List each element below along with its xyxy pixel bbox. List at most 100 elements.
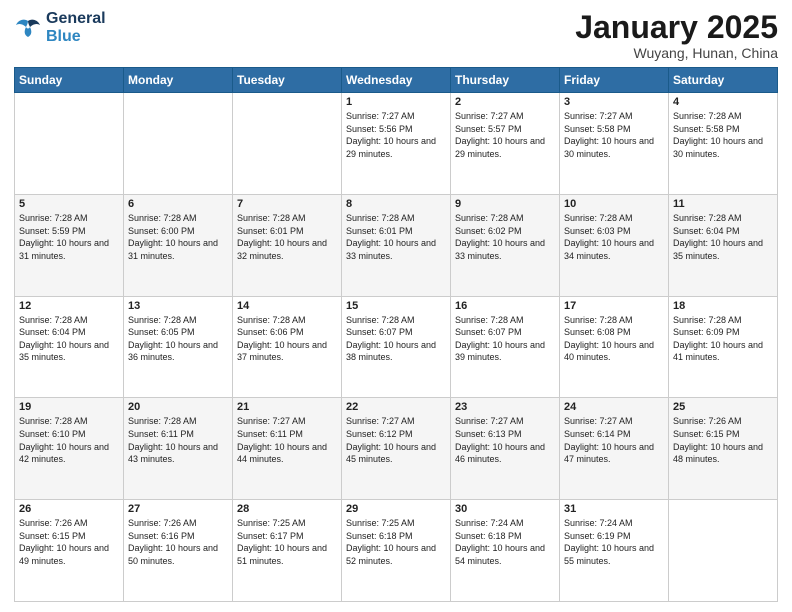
day-number: 29 <box>346 503 446 515</box>
table-row: 16 Sunrise: 7:28 AMSunset: 6:07 PMDayligh… <box>451 296 560 398</box>
page: General Blue January 2025 Wuyang, Hunan,… <box>0 0 792 612</box>
title-block: January 2025 Wuyang, Hunan, China <box>575 10 778 61</box>
week-row-3: 12Sunrise: 7:28 AMSunset: 6:04 PMDayligh… <box>15 296 778 398</box>
day-info: Sunrise: 7:26 AMSunset: 6:16 PMDaylight:… <box>128 517 228 567</box>
day-info: Sunrise: 7:28 AMSunset: 6:08 PMDaylight:… <box>564 314 664 364</box>
table-row: 22 Sunrise: 7:27 AMSunset: 6:12 PMDayligh… <box>342 398 451 500</box>
table-row: 7 Sunrise: 7:28 AMSunset: 6:01 PMDaylight… <box>233 194 342 296</box>
day-number: 2 <box>455 96 555 108</box>
day-number: 31 <box>564 503 664 515</box>
day-info: Sunrise: 7:28 AMSunset: 6:07 PMDaylight:… <box>346 314 446 364</box>
table-row: 6 Sunrise: 7:28 AMSunset: 6:00 PMDaylight… <box>124 194 233 296</box>
day-info: Sunrise: 7:28 AMSunset: 6:00 PMDaylight:… <box>128 212 228 262</box>
table-row: 8Sunrise: 7:28 AMSunset: 6:01 PMDaylight… <box>342 194 451 296</box>
table-row: 18 Sunrise: 7:28 AMSunset: 6:09 PMDayligh… <box>669 296 778 398</box>
day-info: Sunrise: 7:28 AMSunset: 5:59 PMDaylight:… <box>19 212 119 262</box>
day-number: 15 <box>346 300 446 312</box>
day-number: 21 <box>237 401 337 413</box>
logo-icon <box>14 17 42 39</box>
day-number: 20 <box>128 401 228 413</box>
table-row <box>15 93 124 195</box>
table-row: 9 Sunrise: 7:28 AMSunset: 6:02 PMDaylight… <box>451 194 560 296</box>
day-info: Sunrise: 7:28 AMSunset: 6:09 PMDaylight:… <box>673 314 773 364</box>
table-row: 25 Sunrise: 7:26 AMSunset: 6:15 PMDayligh… <box>669 398 778 500</box>
day-info: Sunrise: 7:28 AMSunset: 6:06 PMDaylight:… <box>237 314 337 364</box>
table-row: 5 Sunrise: 7:28 AMSunset: 5:59 PMDaylight… <box>15 194 124 296</box>
day-number: 13 <box>128 300 228 312</box>
table-row: 1Sunrise: 7:27 AMSunset: 5:56 PMDaylight… <box>342 93 451 195</box>
day-info: Sunrise: 7:26 AMSunset: 6:15 PMDaylight:… <box>673 415 773 465</box>
week-row-4: 19 Sunrise: 7:28 AMSunset: 6:10 PMDayligh… <box>15 398 778 500</box>
header-friday: Friday <box>560 68 669 93</box>
day-number: 16 <box>455 300 555 312</box>
day-number: 1 <box>346 96 446 108</box>
day-number: 28 <box>237 503 337 515</box>
day-info: Sunrise: 7:24 AMSunset: 6:18 PMDaylight:… <box>455 517 555 567</box>
table-row: 27 Sunrise: 7:26 AMSunset: 6:16 PMDayligh… <box>124 500 233 602</box>
day-number: 6 <box>128 198 228 210</box>
table-row: 31 Sunrise: 7:24 AMSunset: 6:19 PMDayligh… <box>560 500 669 602</box>
logo-text: General Blue <box>46 10 106 45</box>
day-number: 26 <box>19 503 119 515</box>
table-row: 11 Sunrise: 7:28 AMSunset: 6:04 PMDayligh… <box>669 194 778 296</box>
day-info: Sunrise: 7:28 AMSunset: 6:02 PMDaylight:… <box>455 212 555 262</box>
day-number: 3 <box>564 96 664 108</box>
day-number: 22 <box>346 401 446 413</box>
table-row: 30Sunrise: 7:24 AMSunset: 6:18 PMDayligh… <box>451 500 560 602</box>
day-info: Sunrise: 7:28 AMSunset: 6:04 PMDaylight:… <box>673 212 773 262</box>
table-row <box>124 93 233 195</box>
day-info: Sunrise: 7:28 AMSunset: 6:05 PMDaylight:… <box>128 314 228 364</box>
table-row <box>669 500 778 602</box>
header-sunday: Sunday <box>15 68 124 93</box>
day-info: Sunrise: 7:28 AMSunset: 6:01 PMDaylight:… <box>237 212 337 262</box>
day-info: Sunrise: 7:28 AMSunset: 6:03 PMDaylight:… <box>564 212 664 262</box>
header-wednesday: Wednesday <box>342 68 451 93</box>
table-row <box>233 93 342 195</box>
table-row: 17 Sunrise: 7:28 AMSunset: 6:08 PMDayligh… <box>560 296 669 398</box>
table-row: 28 Sunrise: 7:25 AMSunset: 6:17 PMDayligh… <box>233 500 342 602</box>
day-number: 17 <box>564 300 664 312</box>
table-row: 10 Sunrise: 7:28 AMSunset: 6:03 PMDayligh… <box>560 194 669 296</box>
day-info: Sunrise: 7:28 AMSunset: 6:11 PMDaylight:… <box>128 415 228 465</box>
day-number: 19 <box>19 401 119 413</box>
day-info: Sunrise: 7:24 AMSunset: 6:19 PMDaylight:… <box>564 517 664 567</box>
day-number: 23 <box>455 401 555 413</box>
table-row: 15 Sunrise: 7:28 AMSunset: 6:07 PMDayligh… <box>342 296 451 398</box>
day-info: Sunrise: 7:25 AMSunset: 6:17 PMDaylight:… <box>237 517 337 567</box>
day-info: Sunrise: 7:27 AMSunset: 6:14 PMDaylight:… <box>564 415 664 465</box>
table-row: 19 Sunrise: 7:28 AMSunset: 6:10 PMDayligh… <box>15 398 124 500</box>
header: General Blue January 2025 Wuyang, Hunan,… <box>14 10 778 61</box>
day-number: 5 <box>19 198 119 210</box>
day-number: 14 <box>237 300 337 312</box>
day-number: 25 <box>673 401 773 413</box>
weekday-header-row: Sunday Monday Tuesday Wednesday Thursday… <box>15 68 778 93</box>
header-thursday: Thursday <box>451 68 560 93</box>
day-number: 4 <box>673 96 773 108</box>
table-row: 23Sunrise: 7:27 AMSunset: 6:13 PMDayligh… <box>451 398 560 500</box>
logo: General Blue <box>14 10 106 45</box>
day-number: 11 <box>673 198 773 210</box>
day-info: Sunrise: 7:27 AMSunset: 5:57 PMDaylight:… <box>455 110 555 160</box>
day-number: 27 <box>128 503 228 515</box>
day-info: Sunrise: 7:27 AMSunset: 6:12 PMDaylight:… <box>346 415 446 465</box>
calendar-table: Sunday Monday Tuesday Wednesday Thursday… <box>14 67 778 602</box>
table-row: 13 Sunrise: 7:28 AMSunset: 6:05 PMDayligh… <box>124 296 233 398</box>
day-number: 24 <box>564 401 664 413</box>
day-number: 18 <box>673 300 773 312</box>
week-row-5: 26 Sunrise: 7:26 AMSunset: 6:15 PMDayligh… <box>15 500 778 602</box>
day-number: 10 <box>564 198 664 210</box>
day-info: Sunrise: 7:28 AMSunset: 6:04 PMDaylight:… <box>19 314 119 364</box>
day-info: Sunrise: 7:26 AMSunset: 6:15 PMDaylight:… <box>19 517 119 567</box>
day-info: Sunrise: 7:28 AMSunset: 6:10 PMDaylight:… <box>19 415 119 465</box>
day-number: 9 <box>455 198 555 210</box>
table-row: 4Sunrise: 7:28 AMSunset: 5:58 PMDaylight… <box>669 93 778 195</box>
day-info: Sunrise: 7:28 AMSunset: 6:07 PMDaylight:… <box>455 314 555 364</box>
day-info: Sunrise: 7:28 AMSunset: 6:01 PMDaylight:… <box>346 212 446 262</box>
table-row: 24 Sunrise: 7:27 AMSunset: 6:14 PMDayligh… <box>560 398 669 500</box>
table-row: 20 Sunrise: 7:28 AMSunset: 6:11 PMDayligh… <box>124 398 233 500</box>
table-row: 21Sunrise: 7:27 AMSunset: 6:11 PMDayligh… <box>233 398 342 500</box>
header-monday: Monday <box>124 68 233 93</box>
calendar-title: January 2025 <box>575 10 778 45</box>
day-number: 7 <box>237 198 337 210</box>
week-row-1: 1Sunrise: 7:27 AMSunset: 5:56 PMDaylight… <box>15 93 778 195</box>
